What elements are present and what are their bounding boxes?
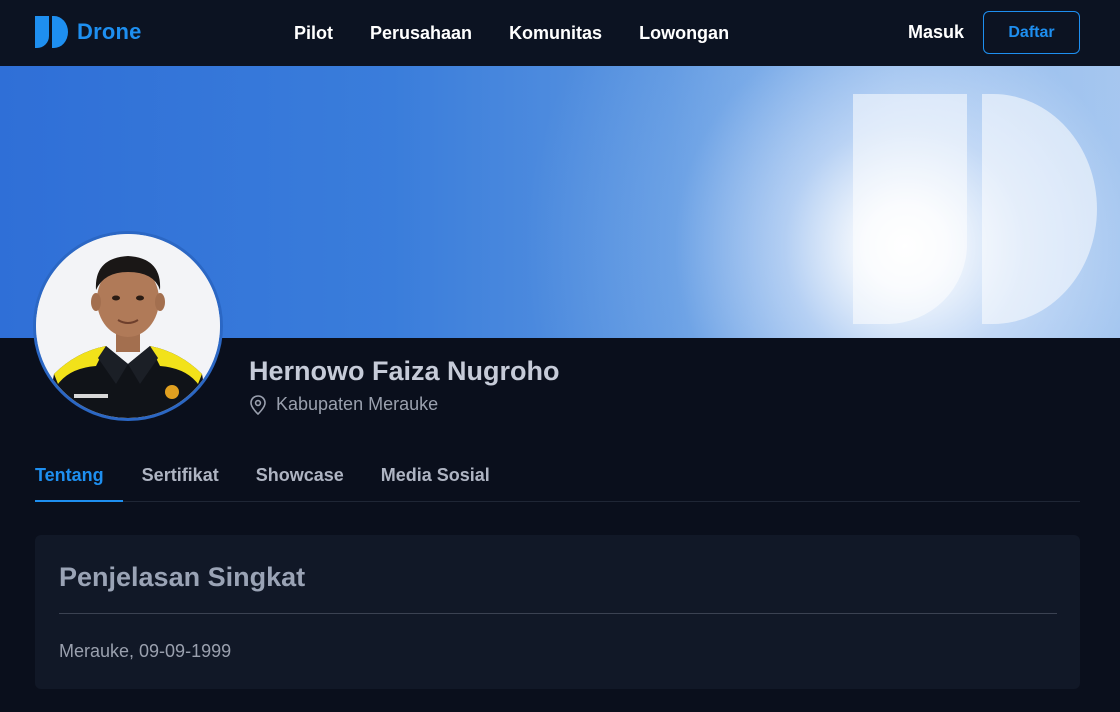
- drone-logo-watermark-icon: [853, 94, 1097, 324]
- drone-logo-icon: [35, 16, 68, 48]
- about-card-text: Merauke, 09-09-1999: [59, 641, 232, 661]
- nav-link-pilot[interactable]: Pilot: [294, 23, 333, 44]
- register-button[interactable]: Daftar: [983, 11, 1080, 54]
- nav-link-komunitas[interactable]: Komunitas: [509, 23, 602, 44]
- main-nav: Pilot Perusahaan Komunitas Lowongan: [294, 0, 729, 66]
- tab-media-sosial[interactable]: Media Sosial: [381, 452, 490, 501]
- about-card: Penjelasan Singkat Merauke, 09-09-1999: [35, 535, 1080, 689]
- nav-link-perusahaan[interactable]: Perusahaan: [370, 23, 472, 44]
- tab-showcase[interactable]: Showcase: [256, 452, 344, 501]
- login-link[interactable]: Masuk: [908, 22, 964, 43]
- about-card-title: Penjelasan Singkat: [59, 562, 306, 592]
- navbar: Drone Pilot Perusahaan Komunitas Lowonga…: [0, 0, 1120, 66]
- avatar-photo: [36, 234, 220, 418]
- profile-location: Kabupaten Merauke: [249, 394, 438, 415]
- brand-link[interactable]: Drone: [35, 16, 142, 48]
- profile-tabs: Tentang Sertifikat Showcase Media Sosial: [35, 452, 1080, 502]
- profile-avatar: [33, 231, 223, 421]
- nav-auth: Masuk Daftar: [908, 11, 1080, 54]
- tab-tentang[interactable]: Tentang: [35, 452, 123, 502]
- profile-location-label: Kabupaten Merauke: [276, 394, 439, 414]
- brand-name: Drone: [77, 19, 142, 44]
- map-pin-icon: [250, 394, 266, 415]
- tab-sertifikat[interactable]: Sertifikat: [142, 452, 219, 501]
- profile-name: Hernowo Faiza Nugroho: [249, 356, 560, 386]
- about-card-divider: [59, 613, 1057, 614]
- nav-link-lowongan[interactable]: Lowongan: [639, 23, 729, 44]
